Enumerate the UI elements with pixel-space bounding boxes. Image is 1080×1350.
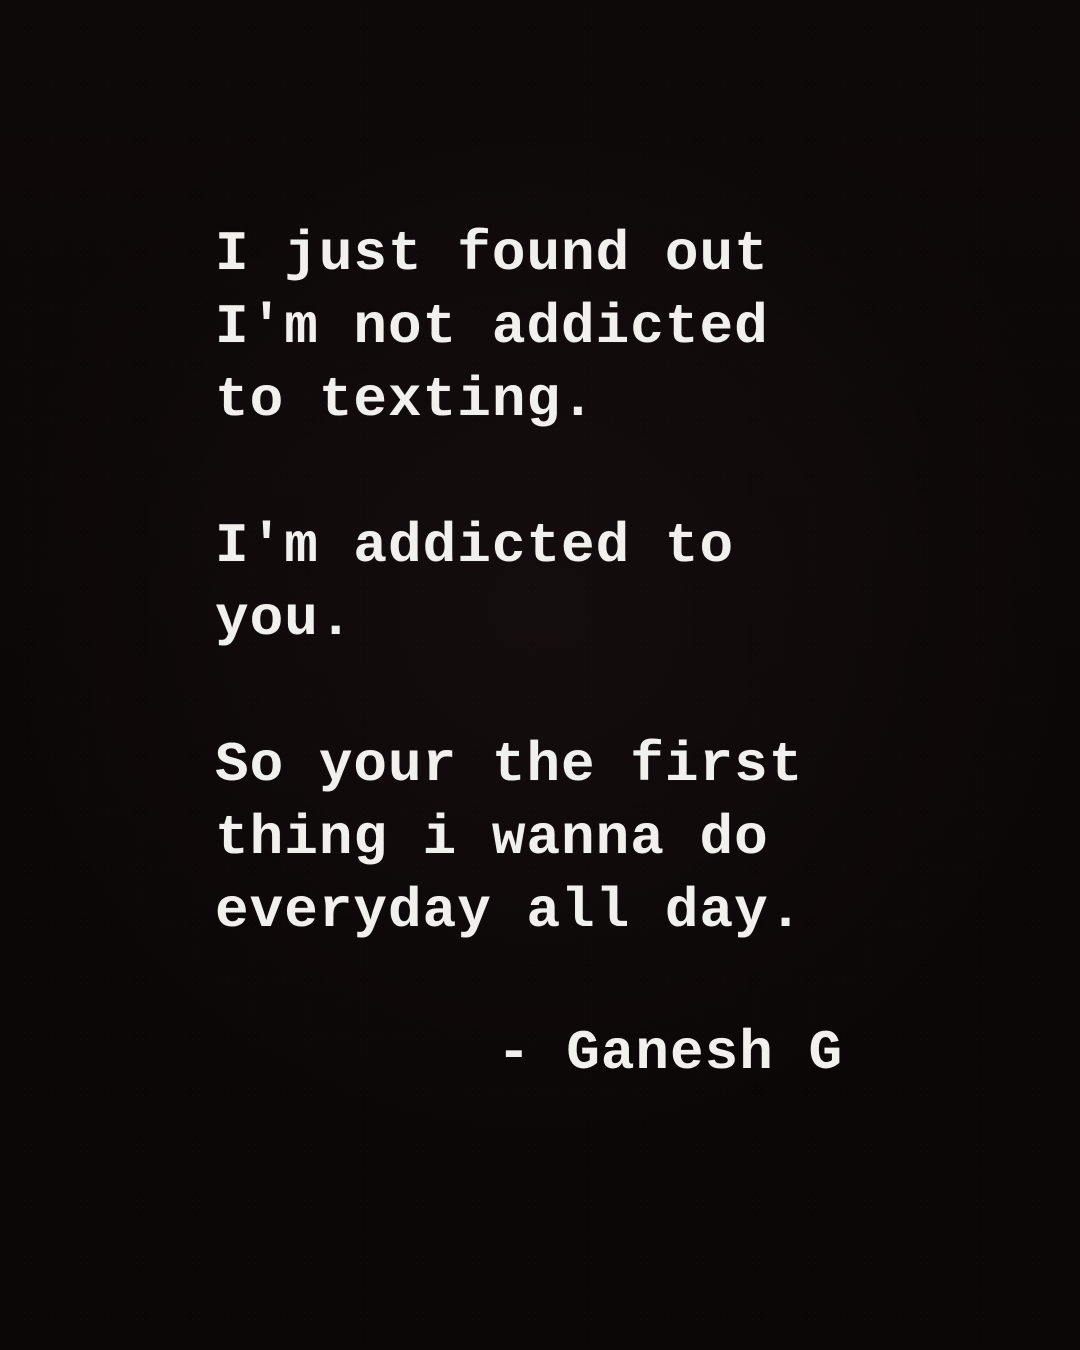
quote-stanza-3: So your the first thing i wanna do every… bbox=[215, 729, 975, 948]
quote-text-block: I just found out I'm not addicted to tex… bbox=[215, 218, 975, 1021]
quote-attribution: - Ganesh G bbox=[497, 1021, 844, 1085]
quote-stanza-2: I'm addicted to you. bbox=[215, 510, 975, 656]
quote-line: So your the first bbox=[215, 733, 804, 797]
quote-line: everyday all day. bbox=[215, 879, 804, 943]
quote-line: thing i wanna do bbox=[215, 806, 769, 870]
quote-line: I just found out bbox=[215, 222, 769, 286]
quote-line: to texting. bbox=[215, 368, 596, 432]
quote-stanza-1: I just found out I'm not addicted to tex… bbox=[215, 218, 975, 437]
quote-line: you. bbox=[215, 587, 354, 651]
quote-poster: I just found out I'm not addicted to tex… bbox=[0, 0, 1080, 1350]
quote-line: I'm addicted to bbox=[215, 514, 735, 578]
quote-line: I'm not addicted bbox=[215, 295, 769, 359]
